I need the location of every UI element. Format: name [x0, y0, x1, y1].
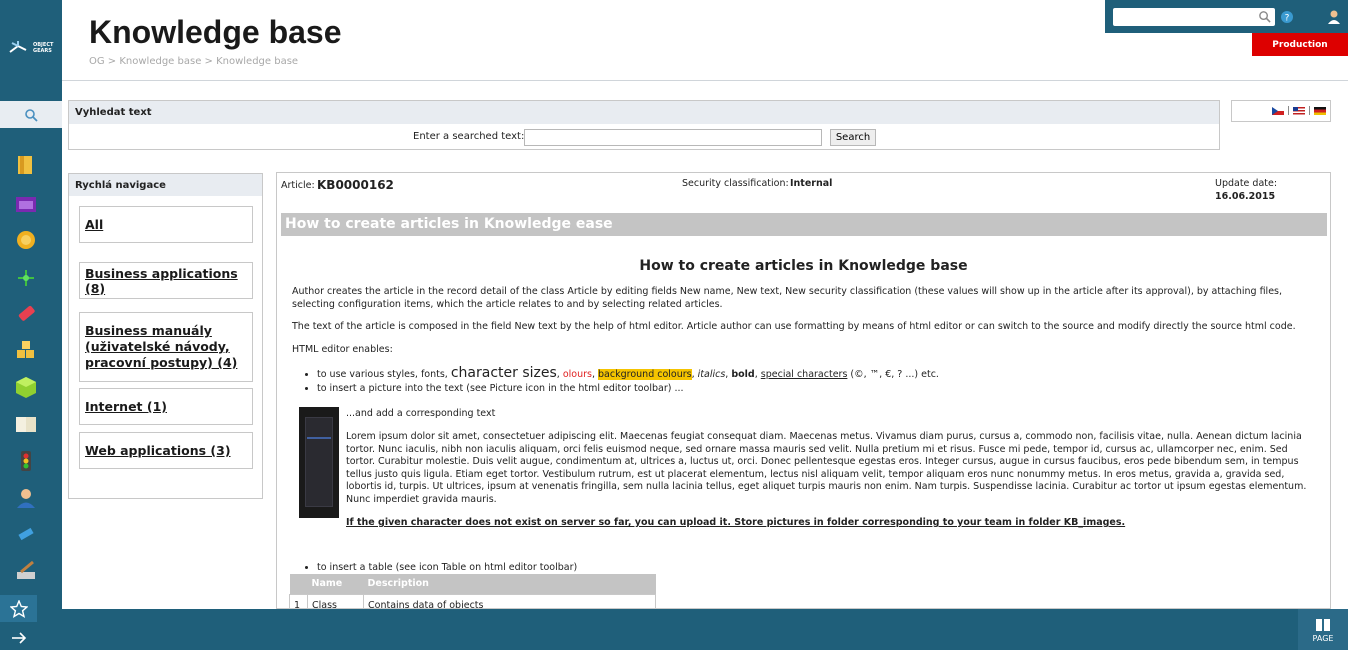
satellite-icon[interactable] [13, 521, 39, 547]
article-paragraph-1: Author creates the article in the record… [292, 286, 1283, 310]
user-icon[interactable] [1327, 9, 1341, 25]
quick-navigation: Rychlá navigace All Business application… [68, 173, 263, 499]
nav-item-business-manualy[interactable]: Business manuály (uživatelské návody, pr… [79, 312, 253, 382]
flag-us-icon[interactable] [1292, 107, 1305, 115]
nav-item-internet[interactable]: Internet (1) [79, 388, 253, 425]
network-icon[interactable] [13, 265, 39, 291]
page-header: Knowledge base OG > Knowledge base > Kno… [62, 0, 1348, 81]
lorem-text: Lorem ipsum dolor sit amet, consectetuer… [346, 431, 1307, 505]
nav-item-all[interactable]: All [79, 206, 253, 243]
arrow-right-icon [11, 631, 26, 644]
logo[interactable]: OBJECT GEARS [0, 0, 62, 100]
list-item: to use various styles, fonts, character … [317, 366, 939, 382]
flag-de-icon[interactable] [1314, 107, 1326, 115]
table-header-row: Name Description [289, 574, 656, 594]
environment-badge: Production [1252, 33, 1348, 56]
article-meta: Article: KB0000162 Security classificati… [281, 178, 1326, 208]
sample-table: Name Description 1 Class Contains data o… [289, 574, 656, 608]
security-value: Internal [790, 178, 833, 189]
list-item: to insert a picture into the text (see P… [317, 382, 939, 396]
expand-button[interactable] [0, 625, 37, 650]
article-paragraph-2: The text of the article is composed in t… [292, 321, 1296, 332]
page-icon [1316, 619, 1330, 631]
search-button[interactable]: Search [830, 129, 876, 146]
table-row: 1 Class Contains data of objects [289, 593, 656, 608]
person-icon[interactable] [13, 485, 39, 511]
search-icon [25, 108, 38, 122]
blocks-icon[interactable] [13, 337, 39, 363]
language-switcher: | | [1231, 100, 1331, 122]
separator: | [1307, 106, 1311, 116]
image-caption: ...and add a corresponding text [346, 408, 496, 419]
top-search-bar: ? [1105, 0, 1348, 33]
article-panel: Article: KB0000162 Security classificati… [276, 172, 1331, 609]
quick-nav-heading: Rychlá navigace [69, 174, 262, 196]
upload-note: If the given character does not exist on… [346, 517, 1126, 528]
update-date-value: 16.06.2015 [1215, 191, 1276, 202]
page-label: PAGE [1312, 634, 1334, 643]
nav-item-web-applications[interactable]: Web applications (3) [79, 432, 253, 469]
search-label: Enter a searched text: [413, 131, 525, 142]
separator: | [1286, 106, 1290, 116]
search-icon[interactable] [1258, 10, 1271, 23]
tools-icon[interactable] [13, 558, 39, 584]
list-item: to insert a table (see icon Table on htm… [317, 561, 577, 575]
search-text-input[interactable] [524, 129, 822, 146]
text-colored: olours [562, 369, 592, 380]
bottom-bar: PAGE [62, 609, 1348, 650]
svg-text:?: ? [1285, 14, 1290, 24]
features-list: to use various styles, fonts, character … [305, 366, 939, 396]
help-icon[interactable]: ? [1280, 10, 1294, 24]
security-label: Security classification: [682, 178, 789, 189]
global-search-input[interactable] [1113, 8, 1275, 26]
breadcrumb[interactable]: OG > Knowledge base > Knowledge base [89, 56, 298, 67]
update-date-label: Update date: [1215, 178, 1278, 189]
server-image [299, 407, 339, 518]
tag-icon[interactable] [13, 301, 39, 327]
cube-icon[interactable] [13, 374, 39, 400]
article-id-label: Article: [281, 180, 315, 191]
nav-item-business-applications[interactable]: Business applications (8) [79, 262, 253, 299]
logo-text-2: GEARS [33, 48, 52, 54]
text-big: character sizes [450, 365, 557, 381]
rail-search-button[interactable] [0, 101, 62, 128]
table-header-cell: Description [363, 574, 656, 594]
page-title: Knowledge base [89, 14, 342, 50]
text-bold: bold [731, 369, 755, 380]
text-fragment: to use various styles, fonts, [317, 369, 451, 380]
article-id: KB0000162 [317, 178, 394, 192]
left-rail: OBJECT GEARS [0, 0, 62, 650]
article-heading: How to create articles in Knowledge base [639, 258, 968, 274]
search-panel-heading: Vyhledat text [69, 101, 1219, 124]
folder-icon[interactable] [13, 152, 39, 178]
table-header-cell [289, 574, 308, 594]
favorites-button[interactable] [0, 595, 37, 622]
book-icon[interactable] [13, 411, 39, 437]
text-fragment: (©, ™, €, ? ...) etc. [847, 369, 939, 380]
table-cell: Class [307, 593, 364, 608]
traffic-light-icon[interactable] [13, 448, 39, 474]
badge-icon[interactable] [13, 227, 39, 253]
search-panel: Vyhledat text Enter a searched text: Sea… [68, 100, 1220, 150]
gear-logo-icon [9, 41, 27, 53]
text-highlighted: background colours [598, 369, 692, 380]
article-title-bar: How to create articles in Knowledge ease [281, 213, 1327, 236]
article-paragraph-3: HTML editor enables: [292, 344, 393, 355]
flag-cz-icon[interactable] [1271, 107, 1284, 115]
calendar-icon[interactable] [13, 191, 39, 217]
table-cell: Contains data of objects [363, 593, 656, 608]
table-header-cell: Name [307, 574, 364, 594]
table-cell: 1 [289, 593, 308, 608]
text-italic: italics [697, 369, 726, 380]
star-icon [9, 599, 28, 618]
special-characters-link[interactable]: special characters [761, 369, 848, 380]
table-list: to insert a table (see icon Table on htm… [305, 561, 577, 575]
page-button[interactable]: PAGE [1298, 609, 1348, 650]
search-row: Enter a searched text: Search [69, 128, 1219, 148]
